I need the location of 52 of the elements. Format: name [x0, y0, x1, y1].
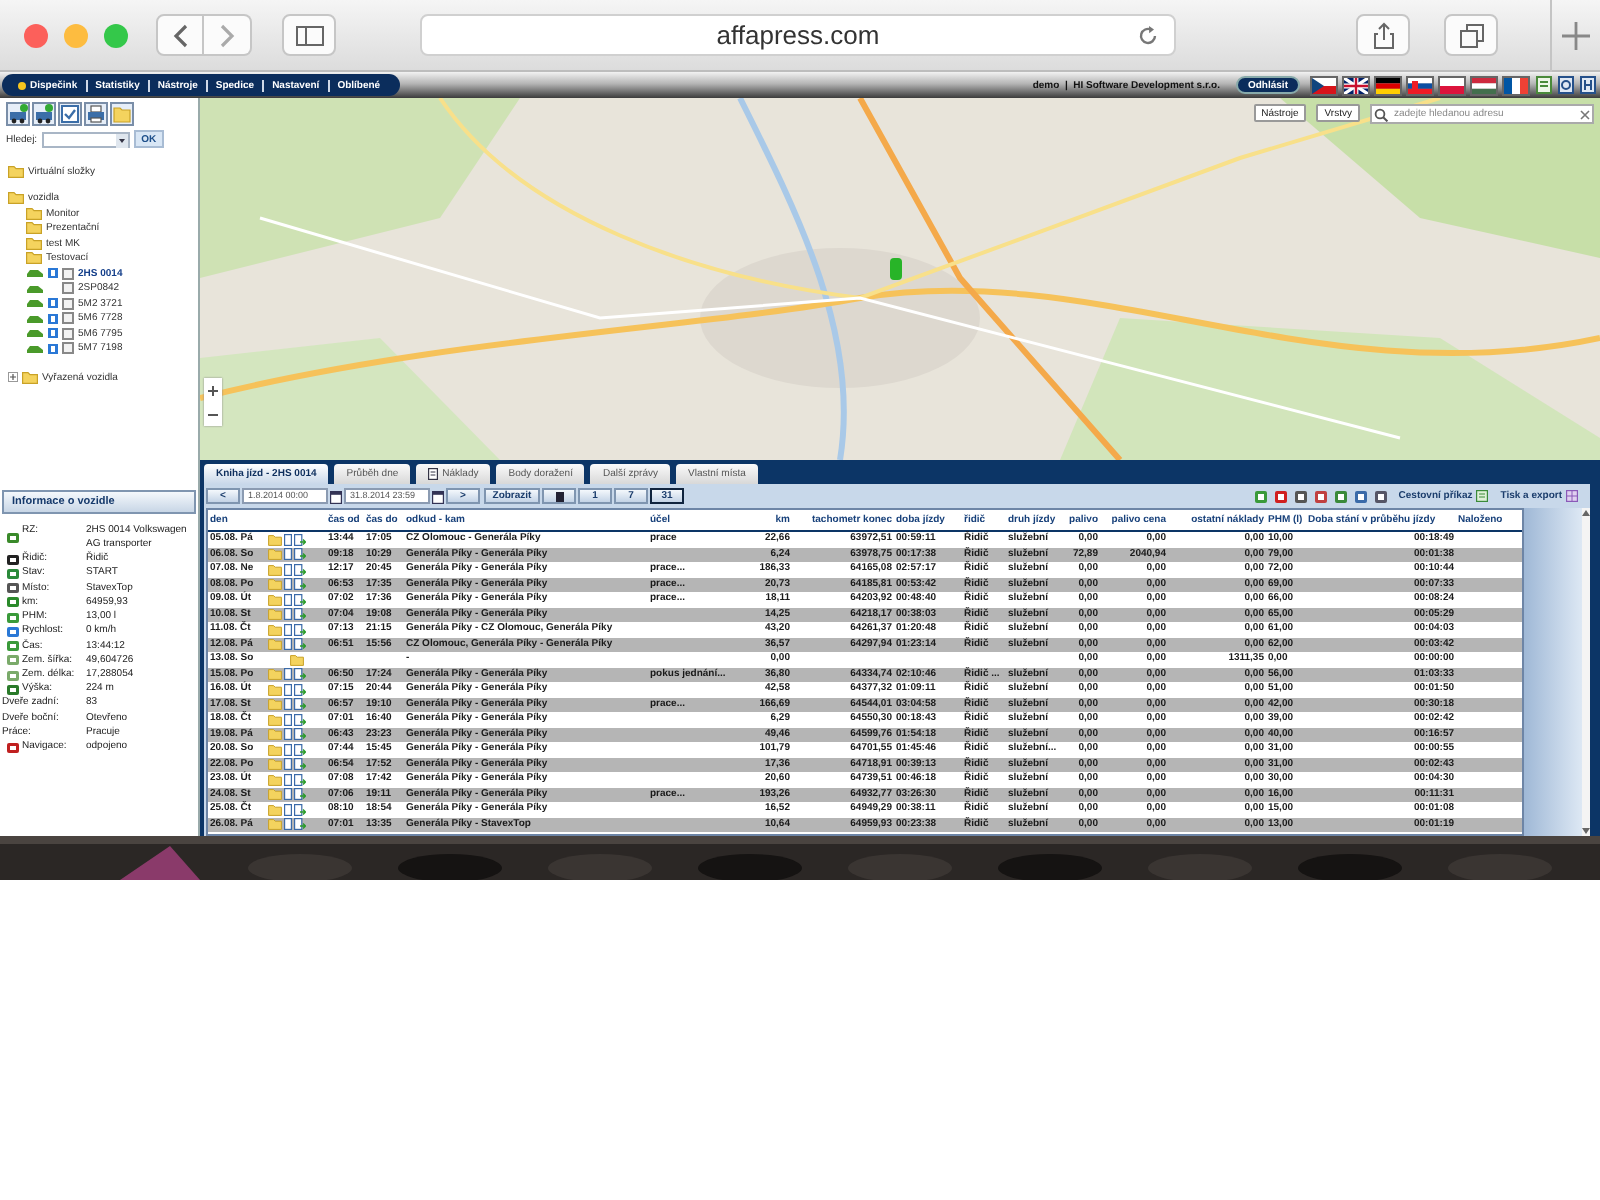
search-field[interactable] — [41, 131, 130, 148]
info-icon — [6, 532, 20, 545]
down-arrow-icon[interactable] — [1581, 828, 1590, 834]
calendar-icon[interactable] — [432, 489, 444, 503]
checkbox[interactable] — [62, 312, 74, 325]
checkbox[interactable] — [62, 297, 74, 310]
printer-icon — [86, 104, 106, 124]
flag-icon[interactable] — [1502, 75, 1530, 95]
toolbar-button[interactable] — [542, 488, 576, 504]
up-arrow-icon[interactable] — [1581, 510, 1590, 516]
address-field[interactable]: affapress.com — [420, 14, 1176, 56]
flag-icon[interactable] — [1342, 75, 1370, 95]
folder-icon — [22, 371, 38, 384]
grid-icon[interactable] — [1566, 490, 1578, 502]
share-button[interactable] — [1356, 14, 1410, 56]
expand-icon[interactable] — [8, 372, 18, 383]
caret-icon[interactable] — [115, 133, 128, 148]
help-icon[interactable] — [1580, 76, 1596, 94]
folder-icon — [112, 104, 132, 124]
close-button[interactable] — [24, 23, 48, 47]
toolbar-button[interactable] — [32, 102, 56, 126]
zoom-control[interactable] — [204, 378, 222, 426]
plus-icon — [1562, 21, 1590, 49]
checkbox-icon — [60, 104, 80, 124]
car-icon — [34, 104, 54, 124]
search-icon — [1374, 107, 1388, 121]
reload-icon[interactable] — [1138, 26, 1158, 46]
settings-icon[interactable] — [1558, 76, 1574, 94]
chevron-right-icon — [219, 23, 235, 47]
share-icon — [1371, 21, 1395, 49]
sidebar-button[interactable] — [282, 14, 336, 56]
car-icon — [8, 104, 28, 124]
scrollbar[interactable] — [1581, 508, 1590, 836]
flag-icon[interactable] — [1374, 75, 1402, 95]
checkbox[interactable] — [62, 282, 74, 295]
info-icon — [6, 741, 20, 754]
plus-icon[interactable] — [208, 385, 218, 395]
tabs-button[interactable] — [1444, 14, 1498, 56]
checkbox[interactable] — [62, 267, 74, 280]
close-icon[interactable] — [1580, 109, 1590, 119]
toolbar-button[interactable] — [84, 102, 108, 126]
flag-icon[interactable] — [1406, 75, 1434, 95]
checkbox[interactable] — [62, 327, 74, 340]
tabs-icon — [1459, 23, 1483, 47]
flag-icon[interactable] — [1310, 75, 1338, 95]
chevron-left-icon — [172, 23, 188, 47]
minus-icon[interactable] — [208, 409, 218, 419]
calendar-icon[interactable] — [330, 489, 342, 503]
back-button[interactable] — [156, 14, 204, 56]
toolbar-button[interactable] — [6, 102, 30, 126]
sidebar-icon — [295, 25, 323, 45]
checkbox[interactable] — [62, 342, 74, 355]
